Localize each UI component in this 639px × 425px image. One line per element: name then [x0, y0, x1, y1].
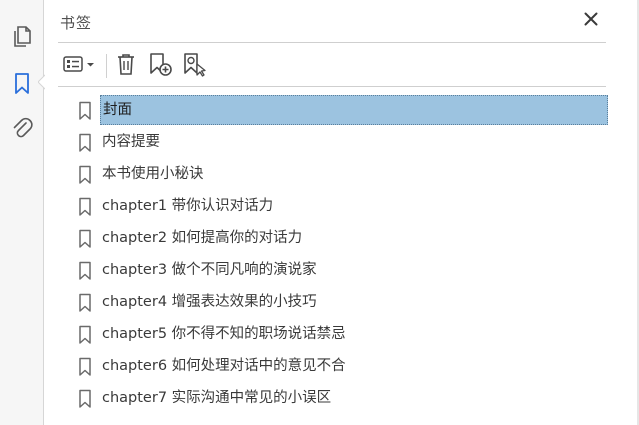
bookmark-item[interactable]: 内容提要	[58, 127, 618, 159]
bookmark-label: chapter5 你不得不知的职场说话禁忌	[102, 326, 346, 342]
bookmark-label: 内容提要	[102, 134, 160, 150]
bookmark-item[interactable]: chapter5 你不得不知的职场说话禁忌	[58, 319, 618, 351]
bookmark-item[interactable]: chapter3 做个不同凡响的演说家	[58, 255, 618, 287]
bookmark-icon	[78, 357, 92, 377]
close-button[interactable]	[581, 10, 601, 30]
bookmark-icon	[78, 261, 92, 281]
bookmark-icon	[78, 229, 92, 249]
bookmarks-panel: 书签 封面 内容提要 本书使用小秘诀 chapter1 带你认识对话力 chap…	[45, 0, 639, 425]
bookmarks-app: 书签 封面 内容提要 本书使用小秘诀 chapter1 带你认识对话力 chap…	[0, 0, 639, 425]
new-bookmark-button[interactable]	[146, 52, 174, 80]
attachment-icon	[11, 117, 33, 141]
bookmark-list: 封面 内容提要 本书使用小秘诀 chapter1 带你认识对话力 chapter…	[58, 95, 618, 415]
bookmark-icon	[78, 389, 92, 409]
close-icon	[584, 11, 598, 30]
bookmark-label: 本书使用小秘诀	[102, 166, 204, 182]
delete-bookmark-button[interactable]	[112, 52, 140, 80]
bookmark-label: chapter6 如何处理对话中的意见不合	[102, 358, 346, 374]
bookmark-item[interactable]: chapter2 如何提高你的对话力	[58, 223, 618, 255]
left-tool-rail	[0, 0, 44, 425]
options-button[interactable]	[60, 52, 98, 80]
bookmark-item[interactable]: 封面	[58, 95, 618, 127]
bookmark-item[interactable]: chapter1 带你认识对话力	[58, 191, 618, 223]
bookmark-item[interactable]: chapter7 实际沟通中常见的小误区	[58, 383, 618, 415]
trash-icon	[115, 52, 137, 80]
bookmark-label: chapter3 做个不同凡响的演说家	[102, 262, 317, 278]
bookmarks-toolbar	[58, 50, 606, 82]
bookmark-icon	[13, 72, 31, 96]
bookmark-icon	[78, 101, 92, 121]
bookmark-item[interactable]: 本书使用小秘诀	[58, 159, 618, 191]
bookmark-icon	[78, 293, 92, 313]
bookmark-label: 封面	[100, 95, 608, 125]
find-bookmark-button[interactable]	[180, 52, 208, 80]
bookmark-icon	[78, 165, 92, 185]
list-options-icon	[62, 54, 96, 78]
bookmark-icon	[78, 133, 92, 153]
header-divider	[58, 42, 606, 43]
find-bookmark-icon	[181, 51, 207, 81]
bookmark-label: chapter7 实际沟通中常见的小误区	[102, 390, 332, 406]
pages-button[interactable]	[8, 22, 36, 50]
bookmark-label: chapter1 带你认识对话力	[102, 198, 274, 214]
attachments-button[interactable]	[8, 115, 36, 143]
toolbar-separator	[106, 54, 107, 78]
bookmark-icon	[78, 197, 92, 217]
bookmark-label: chapter4 增强表达效果的小技巧	[102, 294, 317, 310]
toolbar-divider	[58, 86, 606, 87]
bookmark-icon	[78, 325, 92, 345]
bookmarks-button[interactable]	[8, 70, 36, 98]
bookmark-item[interactable]: chapter4 增强表达效果的小技巧	[58, 287, 618, 319]
bookmark-item[interactable]: chapter6 如何处理对话中的意见不合	[58, 351, 618, 383]
pages-icon	[11, 24, 33, 48]
bookmark-label: chapter2 如何提高你的对话力	[102, 230, 303, 246]
new-bookmark-icon	[147, 51, 173, 81]
panel-title: 书签	[60, 14, 93, 32]
